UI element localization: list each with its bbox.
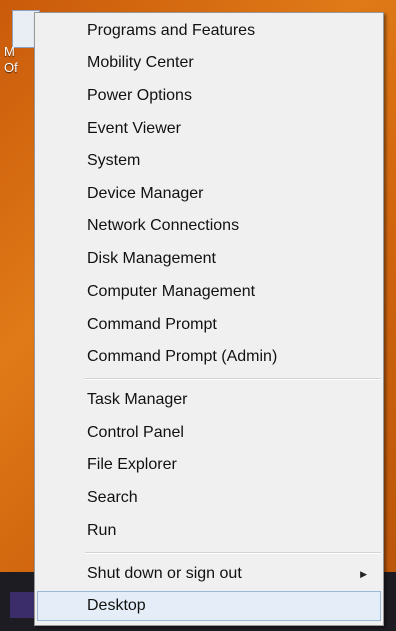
menu-item-device-manager[interactable]: Device Manager — [37, 179, 381, 209]
menu-item-control-panel[interactable]: Control Panel — [37, 418, 381, 448]
menu-item-desktop[interactable]: Desktop — [37, 591, 381, 621]
menu-separator-1 — [85, 378, 381, 380]
menu-item-disk-management[interactable]: Disk Management — [37, 244, 381, 274]
menu-item-command-prompt[interactable]: Command Prompt — [37, 310, 381, 340]
menu-item-task-manager[interactable]: Task Manager — [37, 385, 381, 415]
menu-item-network-connections[interactable]: Network Connections — [37, 211, 381, 241]
menu-item-file-explorer[interactable]: File Explorer — [37, 450, 381, 480]
menu-item-shut-down-label: Shut down or sign out — [87, 565, 242, 582]
menu-item-mobility-center[interactable]: Mobility Center — [37, 48, 381, 78]
menu-item-command-prompt-admin[interactable]: Command Prompt (Admin) — [37, 342, 381, 372]
menu-item-event-viewer[interactable]: Event Viewer — [37, 114, 381, 144]
chevron-right-icon: ▶ — [360, 569, 367, 579]
quick-link-menu: Programs and Features Mobility Center Po… — [34, 12, 384, 626]
menu-item-computer-management[interactable]: Computer Management — [37, 277, 381, 307]
start-button[interactable] — [10, 592, 36, 618]
menu-item-run[interactable]: Run — [37, 516, 381, 546]
menu-item-search[interactable]: Search — [37, 483, 381, 513]
menu-separator-2 — [85, 552, 381, 554]
menu-item-programs-and-features[interactable]: Programs and Features — [37, 16, 381, 46]
menu-item-shut-down-or-sign-out[interactable]: Shut down or sign out ▶ — [37, 559, 381, 589]
menu-item-system[interactable]: System — [37, 146, 381, 176]
menu-item-power-options[interactable]: Power Options — [37, 81, 381, 111]
